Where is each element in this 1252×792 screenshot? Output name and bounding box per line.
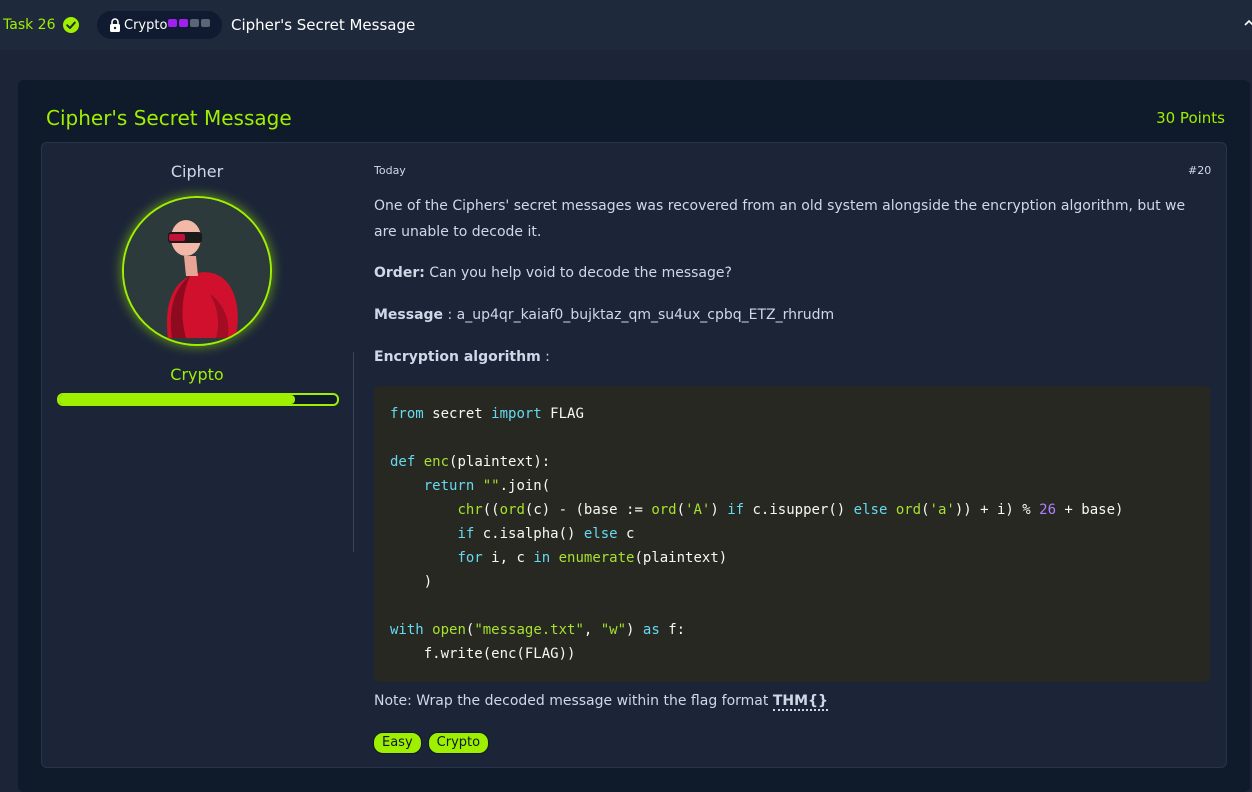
tag-easy[interactable]: Easy xyxy=(373,732,422,754)
room-tag-label: Crypto xyxy=(124,18,168,33)
post-number[interactable]: #20 xyxy=(1188,164,1211,177)
message-line: Message : a_up4qr_kaiaf0_bujktaz_qm_su4u… xyxy=(374,302,1210,328)
author-progress-bar xyxy=(57,393,339,406)
check-circle-icon xyxy=(63,17,79,33)
challenge-title: Cipher's Secret Message xyxy=(46,106,292,130)
algorithm-line: Encryption algorithm : xyxy=(374,344,1210,370)
message-text: : a_up4qr_kaiaf0_bujktaz_qm_su4ux_cpbq_E… xyxy=(443,307,835,323)
tag-list: Easy Crypto xyxy=(373,732,490,754)
order-label: Order: xyxy=(374,265,425,281)
algorithm-suffix: : xyxy=(540,349,550,365)
order-text: Can you help void to decode the message? xyxy=(424,265,732,281)
task-label: Task 26 xyxy=(3,17,56,33)
tag-crypto[interactable]: Crypto xyxy=(427,732,490,754)
progress-fill xyxy=(59,395,296,404)
post-date: Today xyxy=(374,164,406,177)
challenge-points: 30 Points xyxy=(1156,109,1225,127)
column-divider xyxy=(353,352,354,552)
algorithm-label: Encryption algorithm xyxy=(374,349,541,365)
message-label: Message xyxy=(374,307,444,323)
flag-format[interactable]: THM{} xyxy=(772,693,828,711)
flag-note: Note: Wrap the decoded message within th… xyxy=(374,693,828,711)
author-name[interactable]: Cipher xyxy=(41,162,353,181)
task-title: Cipher's Secret Message xyxy=(231,16,416,34)
code-block[interactable]: from secret import FLAG def enc(plaintex… xyxy=(374,386,1210,682)
difficulty-bars xyxy=(168,19,212,27)
avatar-illustration xyxy=(124,198,270,344)
post-intro: One of the Ciphers' secret messages was … xyxy=(374,198,1186,240)
avatar[interactable] xyxy=(122,196,272,346)
lock-icon xyxy=(110,18,120,32)
author-role: Crypto xyxy=(170,365,224,384)
order-line: Order: Can you help void to decode the m… xyxy=(374,260,1210,286)
chevron-up-icon[interactable] xyxy=(1244,18,1252,26)
author-panel: Cipher Crypto xyxy=(41,142,353,442)
note-text: Note: Wrap the decoded message within th… xyxy=(374,693,773,709)
